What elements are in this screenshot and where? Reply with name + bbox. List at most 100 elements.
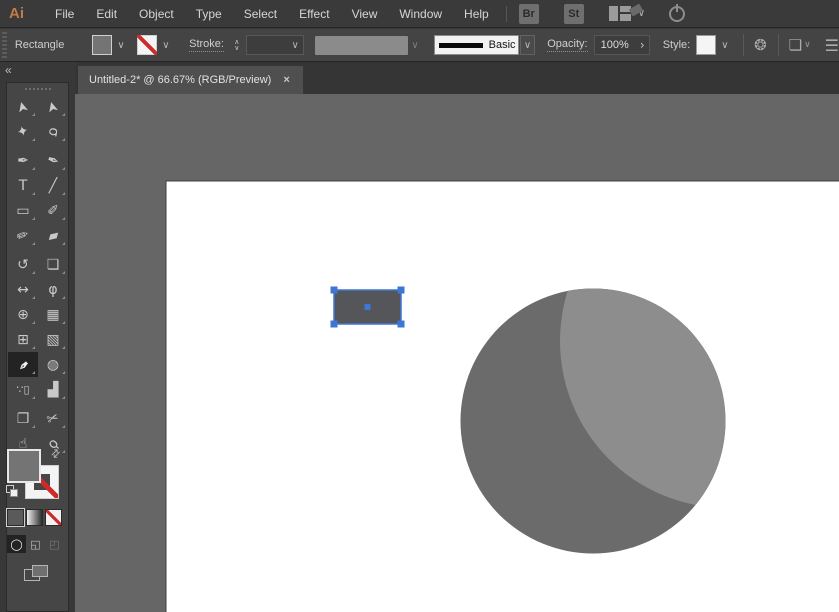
chevron-down-icon[interactable]: ∨ (288, 35, 303, 55)
draw-normal-mode[interactable]: ◯ (7, 535, 26, 553)
selection-handle[interactable] (397, 286, 405, 294)
rectangle-tool[interactable]: ▭ (8, 198, 38, 223)
style-chevron-icon[interactable]: ∨ (718, 35, 732, 55)
fill-color-indicator[interactable] (7, 449, 41, 483)
canvas-area[interactable] (75, 94, 839, 612)
slice-tool[interactable]: ✂ (38, 406, 68, 431)
tab-close-icon[interactable]: × (283, 74, 289, 86)
none-button[interactable] (45, 509, 62, 526)
document-tab[interactable]: Untitled-2* @ 66.67% (RGB/Preview) × (78, 66, 303, 94)
control-bar-grip[interactable] (2, 32, 7, 58)
document-tab-title[interactable]: Untitled-2* @ 66.67% (RGB/Preview) (89, 74, 271, 86)
menu-items: File Edit Object Type Select Effect View Window… (44, 7, 500, 21)
menu-item-object[interactable]: Object (128, 7, 185, 21)
symbol-sprayer-tool-icon: ∵▯ (16, 383, 30, 396)
menu-item-type[interactable]: Type (185, 7, 233, 21)
style-swatch[interactable] (696, 35, 716, 55)
perspective-grid-tool[interactable]: ▦ (38, 302, 68, 327)
center-anchor[interactable] (364, 304, 371, 310)
symbol-sprayer-tool[interactable]: ∵▯ (8, 377, 38, 402)
pencil-tool[interactable]: ✏ (8, 223, 38, 248)
paintbrush-tool[interactable]: ✐ (38, 198, 68, 223)
column-graph-tool[interactable]: ▟ (38, 377, 68, 402)
opacity-value[interactable]: 100% (601, 39, 640, 51)
default-fill-stroke-icon[interactable] (6, 485, 19, 498)
magic-wand-tool[interactable]: ✦ (8, 119, 38, 144)
direct-selection-tool[interactable]: ➤ (38, 94, 68, 119)
brush-definition-dropdown[interactable]: Basic (433, 35, 519, 55)
slice-tool-icon: ✂ (44, 408, 62, 429)
document-setup-icon[interactable]: ❏ (789, 36, 802, 54)
menu-item-window[interactable]: Window (388, 7, 453, 21)
rotate-tool[interactable]: ↺ (8, 252, 38, 277)
color-button[interactable] (6, 508, 25, 527)
shape-builder-tool[interactable]: ⊕ (8, 302, 38, 327)
eyedropper-tool-icon: ✒ (13, 354, 33, 375)
puppet-warp-tool[interactable]: φ (38, 277, 68, 302)
selection-handle[interactable] (330, 286, 338, 294)
opacity-field[interactable]: 100% › (593, 35, 650, 55)
selection-handle[interactable] (397, 320, 405, 328)
menu-item-effect[interactable]: Effect (288, 7, 340, 21)
blend-tool[interactable]: ◍ (38, 352, 68, 377)
stroke-weight-stepper[interactable]: ∧ ∨ (231, 39, 243, 52)
stepper-down-icon[interactable]: ∨ (231, 45, 243, 52)
fill-color-swatch[interactable] (92, 35, 112, 55)
magic-wand-tool-icon: ✦ (15, 122, 31, 141)
selection-handle[interactable] (330, 320, 338, 328)
rotate-tool-icon: ↺ (17, 256, 29, 273)
menu-item-edit[interactable]: Edit (85, 7, 128, 21)
line-segment-tool[interactable]: ╱ (38, 173, 68, 198)
stroke-label[interactable]: Stroke: (189, 38, 224, 52)
menu-item-select[interactable]: Select (233, 7, 288, 21)
gradient-tool[interactable]: ▧ (38, 327, 68, 352)
recolor-artwork-icon[interactable]: ❂ (754, 36, 767, 54)
brush-chevron-icon[interactable]: ∨ (519, 35, 536, 55)
gpu-performance-icon[interactable] (669, 3, 686, 22)
context-label: Rectangle (14, 39, 65, 51)
pen-tool[interactable]: ✒ (8, 148, 38, 173)
curvature-tool[interactable]: ✒ (38, 148, 68, 173)
puppet-warp-tool-icon: φ (48, 281, 58, 298)
panel-grip[interactable] (24, 88, 51, 90)
type-tool-icon: T (18, 177, 28, 194)
brush-name: Basic (488, 39, 516, 51)
align-icon[interactable]: ☰ (825, 36, 839, 55)
pencil-tool-icon: ✏ (14, 225, 32, 246)
perspective-grid-tool-icon: ▦ (46, 306, 60, 323)
type-tool[interactable]: T (8, 173, 38, 198)
selection-tool-icon: ➤ (13, 98, 33, 115)
stroke-color-swatch[interactable] (137, 35, 158, 55)
fill-stroke-widget: ⇄ (6, 446, 70, 505)
lasso-tool[interactable]: σ (38, 119, 68, 144)
stock-button[interactable]: St (563, 3, 584, 24)
width-profile-dropdown-disabled (314, 35, 409, 55)
menu-item-file[interactable]: File (44, 7, 85, 21)
change-screen-mode-icon[interactable] (24, 565, 50, 583)
chevron-down-icon[interactable]: ∨ (804, 40, 811, 50)
opacity-label[interactable]: Opacity: (547, 38, 588, 52)
illustrator-window: Ai File Edit Object Type Select Effect View Win… (0, 0, 839, 612)
draw-inside-mode[interactable]: ◰ (45, 535, 64, 553)
separator (743, 34, 745, 56)
gradient-button[interactable] (26, 509, 43, 526)
eyedropper-tool[interactable]: ✒ (8, 352, 38, 377)
bridge-button[interactable]: Br (518, 3, 539, 24)
workspace-switcher-icon[interactable] (608, 6, 631, 21)
width-tool[interactable]: ↔ (8, 277, 38, 302)
menu-item-view[interactable]: View (341, 7, 389, 21)
menu-item-help[interactable]: Help (453, 7, 500, 21)
opacity-slider-arrow-icon[interactable]: › (640, 38, 645, 52)
collapse-panel-icon[interactable]: « (5, 63, 12, 77)
mesh-tool[interactable]: ⊞ (8, 327, 38, 352)
direct-selection-tool-icon: ➤ (43, 98, 63, 115)
stroke-chevron-icon[interactable]: ∨ (159, 35, 173, 55)
stroke-weight-dropdown[interactable]: ∨ (245, 35, 304, 55)
fill-chevron-icon[interactable]: ∨ (114, 35, 128, 55)
eraser-tool[interactable]: ▰ (38, 223, 68, 248)
scale-tool[interactable]: ❏ (38, 252, 68, 277)
artboard-tool-icon: ❐ (16, 410, 30, 427)
draw-behind-mode[interactable]: ◱ (26, 535, 45, 553)
artboard-tool[interactable]: ❐ (8, 406, 38, 431)
selection-tool[interactable]: ➤ (8, 94, 38, 119)
